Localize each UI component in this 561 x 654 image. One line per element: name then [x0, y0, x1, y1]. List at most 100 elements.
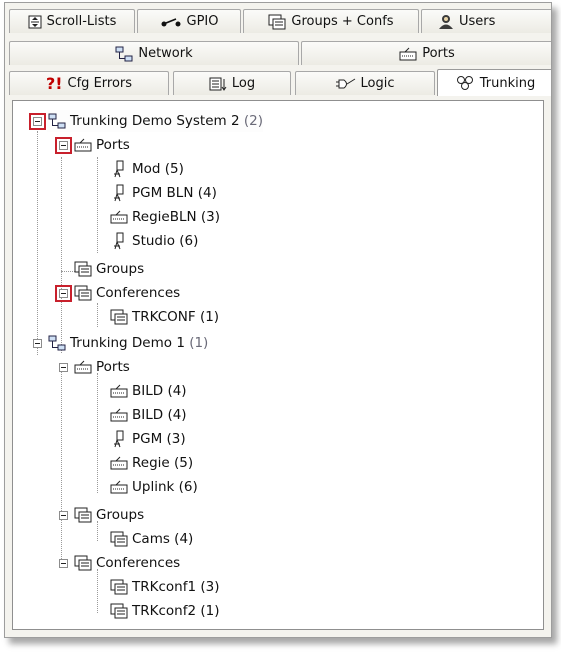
panel-icon: [109, 382, 129, 400]
tree-node-group[interactable]: Cams (4): [109, 528, 193, 550]
node-label: TRKCONF (1): [132, 309, 220, 325]
groups-icon: [109, 602, 129, 620]
tree-line: [97, 569, 98, 613]
tab-label: Logic: [360, 76, 395, 91]
port-icon: [399, 47, 417, 61]
network-icon: [47, 112, 67, 130]
node-label: PGM BLN (4): [132, 185, 217, 201]
tab-log[interactable]: Log: [173, 71, 291, 95]
tree-node-conferences[interactable]: Conferences: [73, 552, 180, 574]
tab-ports[interactable]: Ports: [301, 41, 551, 65]
scroll-list-icon: [28, 15, 42, 29]
tab-label: Network: [138, 46, 193, 61]
tree-node-conference[interactable]: TRKCONF (1): [109, 306, 219, 328]
groups-icon: [73, 260, 93, 278]
tree-node-port[interactable]: Studio (6): [109, 230, 198, 252]
tab-label: Log: [231, 76, 256, 91]
node-label: Conferences: [96, 555, 181, 571]
tab-gpio[interactable]: GPIO: [137, 9, 241, 33]
tab-label: Ports: [422, 46, 455, 61]
tree-node-groups[interactable]: Groups: [73, 258, 144, 280]
node-label: Regie (5): [132, 455, 194, 471]
mic-icon: [109, 160, 129, 178]
collapse-toggle[interactable]: [33, 117, 42, 126]
node-count: (2): [243, 113, 263, 129]
tab-label: GPIO: [186, 14, 219, 29]
network-icon: [115, 46, 133, 62]
groups-icon: [109, 530, 129, 548]
panel-icon: [109, 208, 129, 226]
node-label: Uplink (6): [132, 479, 198, 495]
node-label: Mod (5): [132, 161, 184, 177]
tab-network[interactable]: Network: [9, 41, 299, 65]
node-label: Studio (6): [132, 233, 199, 249]
tab-row-1: Scroll-Lists GPIO Groups + Confs Users: [5, 9, 551, 34]
node-count: (1): [189, 335, 209, 351]
tree-node-port[interactable]: Mod (5): [109, 158, 184, 180]
groups-icon: [73, 284, 93, 302]
tab-label: Trunking: [479, 75, 536, 91]
node-label: TRKconf1 (3): [132, 579, 220, 595]
groups-icon: [268, 14, 286, 30]
tab-users[interactable]: Users: [421, 9, 551, 33]
tree-node-port[interactable]: Uplink (6): [109, 476, 198, 498]
tree-node-port[interactable]: Regie (5): [109, 452, 193, 474]
tab-groups-confs[interactable]: Groups + Confs: [243, 9, 419, 33]
collapse-toggle[interactable]: [59, 511, 68, 520]
tree-node-port[interactable]: BILD (4): [109, 404, 187, 426]
trunking-panel: Scroll-Lists GPIO Groups + Confs Users N…: [4, 2, 552, 638]
tree-line: [61, 157, 62, 353]
tab-row-2: Network Ports: [5, 41, 551, 66]
node-label: PGM (3): [132, 431, 186, 447]
tab-row-3: ?! Cfg Errors Log Logic Trunking: [5, 69, 551, 96]
network-icon: [47, 334, 67, 352]
log-icon: [209, 77, 227, 91]
node-label: Ports: [96, 359, 130, 375]
trunking-tree[interactable]: Trunking Demo System 2 (2) Ports Mod (5)…: [12, 100, 544, 630]
tree-node-groups[interactable]: Groups: [73, 504, 144, 526]
tab-scroll-lists[interactable]: Scroll-Lists: [9, 9, 135, 33]
port-icon: [73, 136, 93, 154]
trunking-icon: [455, 75, 475, 91]
tree-node-conference[interactable]: TRKconf2 (1): [109, 600, 219, 622]
collapse-toggle[interactable]: [59, 289, 68, 298]
groups-icon: [73, 506, 93, 524]
gpio-icon: [160, 16, 182, 28]
tab-label: Users: [459, 14, 496, 29]
tree-node-port[interactable]: PGM (3): [109, 428, 186, 450]
collapse-toggle[interactable]: [59, 559, 68, 568]
user-icon: [438, 14, 454, 30]
groups-icon: [109, 578, 129, 596]
tree-node-ports[interactable]: Ports: [73, 356, 130, 378]
collapse-toggle[interactable]: [59, 141, 68, 150]
tree-line: [97, 303, 98, 327]
node-label: Groups: [96, 507, 145, 523]
collapse-toggle[interactable]: [59, 363, 68, 372]
tab-trunking[interactable]: Trunking: [437, 69, 551, 96]
node-label: Cams (4): [132, 531, 194, 547]
tree-node-ports[interactable]: Ports: [73, 134, 130, 156]
node-label: Ports: [96, 137, 130, 153]
panel-icon: [109, 406, 129, 424]
tree-node-system[interactable]: Trunking Demo System 2 (2): [47, 110, 263, 132]
tree-node-port[interactable]: RegieBLN (3): [109, 206, 220, 228]
tree-node-system[interactable]: Trunking Demo 1 (1): [47, 332, 208, 354]
port-icon: [73, 358, 93, 376]
node-label: Trunking Demo System 2: [70, 113, 240, 129]
tree-node-conferences[interactable]: Conferences: [73, 282, 180, 304]
collapse-toggle[interactable]: [33, 339, 42, 348]
tab-label: Scroll-Lists: [46, 14, 117, 29]
tab-logic[interactable]: Logic: [295, 71, 435, 95]
tab-cfg-errors[interactable]: ?! Cfg Errors: [9, 71, 169, 95]
groups-icon: [73, 554, 93, 572]
node-label: BILD (4): [132, 383, 187, 399]
tree-node-conference[interactable]: TRKconf1 (3): [109, 576, 219, 598]
mic-icon: [109, 430, 129, 448]
node-label: Trunking Demo 1: [70, 335, 185, 351]
tree-node-port[interactable]: BILD (4): [109, 380, 187, 402]
tab-label: Cfg Errors: [67, 76, 133, 91]
tree-node-port[interactable]: PGM BLN (4): [109, 182, 217, 204]
node-label: BILD (4): [132, 407, 187, 423]
tree-line: [97, 373, 98, 493]
node-label: Conferences: [96, 285, 181, 301]
